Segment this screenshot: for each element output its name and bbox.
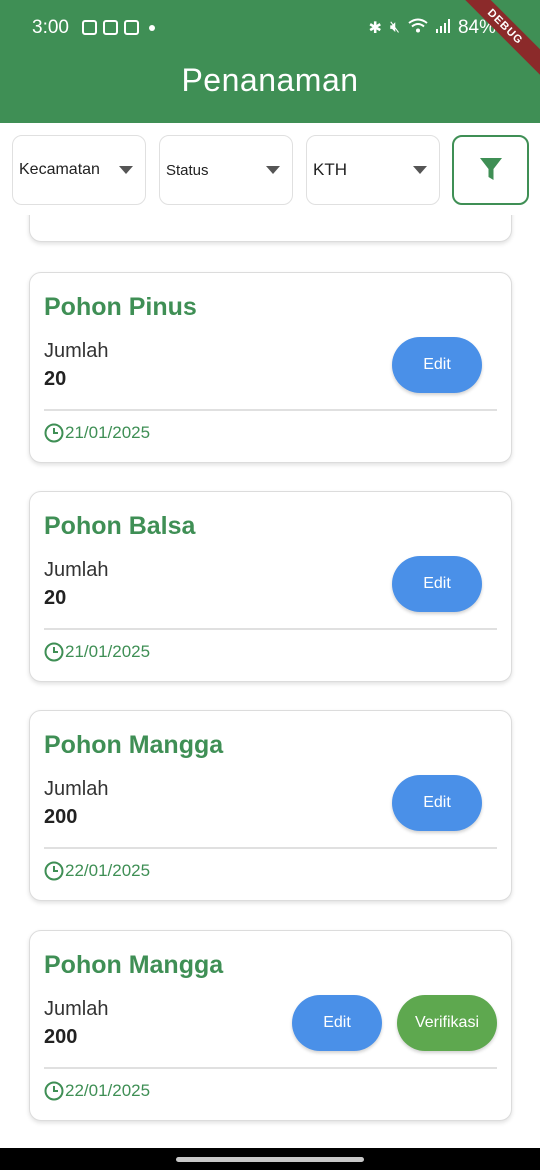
chevron-down-icon: [413, 166, 427, 174]
wifi-icon: [408, 18, 428, 39]
date-row: 22/01/2025: [44, 1081, 150, 1101]
edit-button[interactable]: Edit: [392, 556, 482, 612]
item-title: Pohon Balsa: [44, 512, 196, 540]
quantity-value: 200: [44, 1026, 78, 1048]
clock-icon: [44, 423, 64, 443]
date-text: 21/01/2025: [65, 423, 151, 442]
clock-icon: [44, 861, 64, 881]
quantity-label: Jumlah: [44, 998, 109, 1020]
divider: [44, 409, 497, 411]
more-notifications-dot-icon: [149, 24, 155, 31]
item-title: Pohon Pinus: [44, 293, 197, 321]
list-item-card-partial: [29, 215, 512, 242]
kth-dropdown[interactable]: KTH: [306, 135, 440, 205]
filter-icon: [479, 158, 502, 180]
header: 3:00 ✱ 🔇︎ 84% DEBUG Penanaman: [0, 0, 540, 123]
status-dropdown-label: Status: [166, 161, 209, 179]
quantity-value: 20: [44, 368, 67, 390]
list-item-card: Pohon Balsa Jumlah 20 Edit 21/01/2025: [29, 491, 512, 682]
item-title: Pohon Mangga: [44, 731, 224, 759]
list-item-card: Pohon Mangga Jumlah 200 Edit 22/01/2025: [29, 710, 512, 901]
quantity-label: Jumlah: [44, 340, 109, 362]
mute-icon: 🔇︎: [389, 19, 400, 36]
app-notification-icon: [124, 20, 139, 35]
divider: [44, 628, 497, 630]
date-text: 21/01/2025: [65, 642, 151, 661]
list-item-card: Pohon Mangga Jumlah 200 Edit Verifikasi …: [29, 930, 512, 1121]
system-navigation-bar: [0, 1148, 540, 1170]
page-title: Penanaman: [181, 62, 359, 98]
signal-icon: [435, 18, 450, 38]
kth-dropdown-label: KTH: [313, 160, 347, 179]
date-row: 21/01/2025: [44, 423, 150, 443]
edit-button[interactable]: Edit: [392, 337, 482, 393]
filter-bar: Kecamatan Status KTH: [0, 123, 540, 215]
date-text: 22/01/2025: [65, 1081, 151, 1100]
verify-button[interactable]: Verifikasi: [397, 995, 497, 1051]
chevron-down-icon: [119, 166, 133, 174]
kecamatan-dropdown-label: Kecamatan: [19, 161, 100, 178]
date-text: 22/01/2025: [65, 861, 151, 880]
status-dropdown[interactable]: Status: [159, 135, 293, 205]
chevron-down-icon: [266, 166, 280, 174]
clock-icon: [44, 642, 64, 662]
filter-button[interactable]: [452, 135, 529, 205]
status-time: 3:00: [32, 17, 69, 38]
list-item-card: Pohon Pinus Jumlah 20 Edit 21/01/2025: [29, 272, 512, 463]
divider: [44, 847, 497, 849]
quantity-value: 200: [44, 806, 78, 828]
quantity-label: Jumlah: [44, 559, 109, 581]
notification-icons: [82, 20, 155, 35]
bluetooth-icon: ✱: [368, 20, 382, 37]
system-icons: ✱ 🔇︎ 84%: [368, 17, 496, 39]
kecamatan-dropdown[interactable]: Kecamatan: [12, 135, 146, 205]
edit-button[interactable]: Edit: [292, 995, 382, 1051]
edit-button[interactable]: Edit: [392, 775, 482, 831]
clock-icon: [44, 1081, 64, 1101]
home-gesture-handle[interactable]: [176, 1157, 364, 1162]
date-row: 21/01/2025: [44, 642, 150, 662]
app-notification-icon: [82, 20, 97, 35]
item-title: Pohon Mangga: [44, 951, 224, 979]
planting-list[interactable]: Pohon Pinus Jumlah 20 Edit 21/01/2025 Po…: [0, 215, 540, 1148]
gallery-notification-icon: [103, 20, 118, 35]
status-bar: 3:00 ✱ 🔇︎ 84%: [0, 0, 540, 58]
quantity-label: Jumlah: [44, 778, 109, 800]
date-row: 22/01/2025: [44, 861, 150, 881]
quantity-value: 20: [44, 587, 67, 609]
divider: [44, 1067, 497, 1069]
